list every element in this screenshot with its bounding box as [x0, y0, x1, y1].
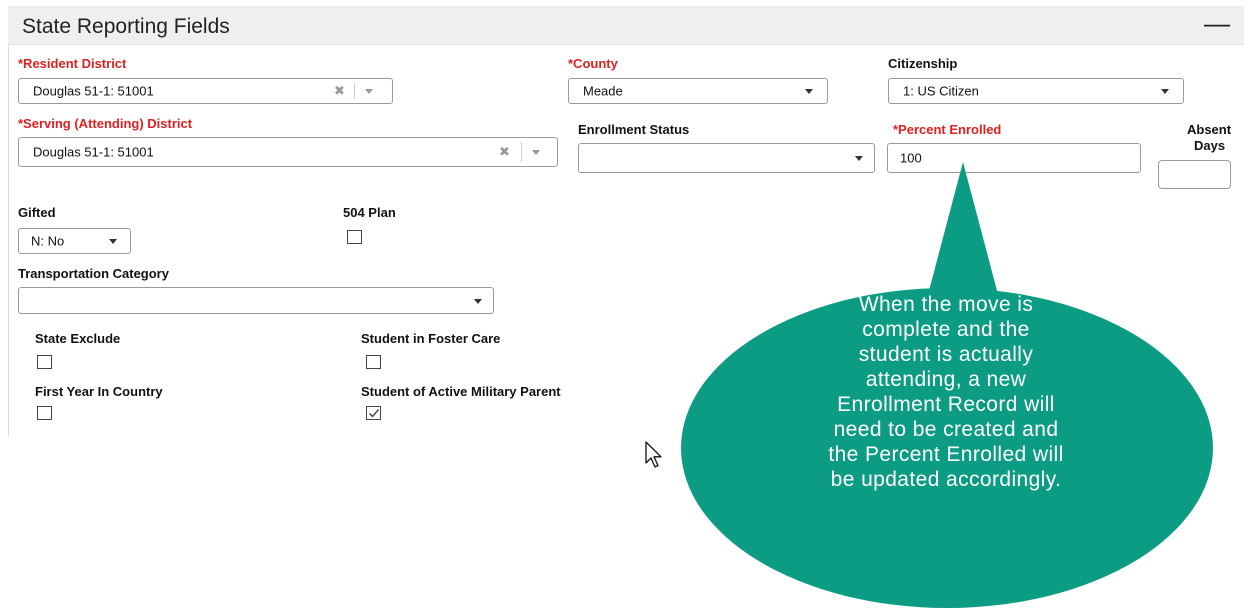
callout-line: student is actually — [858, 343, 1034, 366]
callout-line: complete and the — [862, 318, 1030, 341]
callout-text: When the move is complete and the studen… — [741, 292, 1151, 492]
mouse-pointer-icon — [645, 441, 662, 468]
callout-line: need to be created and — [833, 418, 1059, 441]
callout-line: When the move is — [858, 293, 1034, 316]
callout-line: be updated accordingly. — [830, 468, 1062, 491]
callout-line: attending, a new — [865, 368, 1027, 391]
callout-line: the Percent Enrolled will — [828, 443, 1064, 466]
callout-line: Enrollment Record will — [837, 393, 1055, 416]
